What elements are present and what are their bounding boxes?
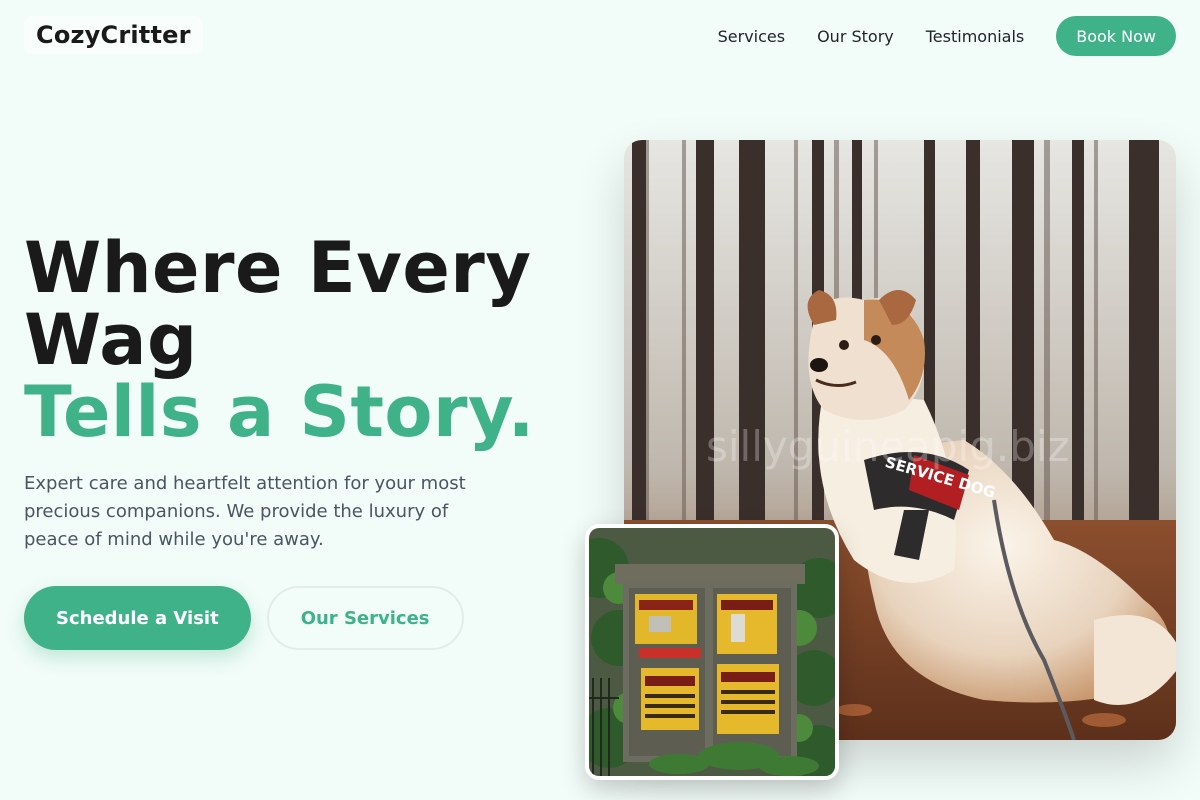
- nav-link-services[interactable]: Services: [718, 27, 785, 46]
- nav-link-testimonials[interactable]: Testimonials: [926, 27, 1025, 46]
- brand-logo[interactable]: CozyCritter: [24, 16, 203, 54]
- nav-link-our-story[interactable]: Our Story: [817, 27, 894, 46]
- main-nav: Services Our Story Testimonials Book Now: [718, 16, 1176, 56]
- hero-title-accent: Tells a Story.: [24, 371, 535, 453]
- secondary-photo: [585, 524, 839, 780]
- photo-watermark: sillyguineapig.biz: [706, 422, 1070, 471]
- mailbox-illustration: [589, 528, 835, 776]
- site-header: CozyCritter Services Our Story Testimoni…: [0, 0, 1200, 72]
- hero-subtitle: Expert care and heartfelt attention for …: [24, 473, 466, 550]
- hero-title-line-2: Wag: [24, 299, 198, 381]
- hero-cta-row: Schedule a Visit Our Services: [24, 586, 464, 650]
- schedule-visit-button[interactable]: Schedule a Visit: [24, 586, 251, 650]
- book-now-button[interactable]: Book Now: [1056, 16, 1176, 56]
- our-services-button[interactable]: Our Services: [266, 586, 464, 650]
- hero-title-line-1: Where Every: [24, 227, 532, 309]
- hero-title: Where Every Wag Tells a Story.: [24, 232, 584, 448]
